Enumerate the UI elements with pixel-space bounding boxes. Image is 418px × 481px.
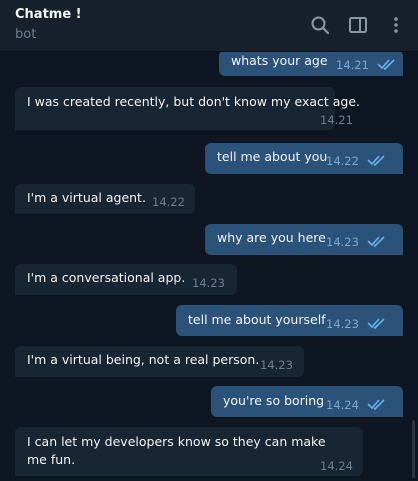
message-list[interactable]: whats your age 14.21 I was created recen… — [0, 52, 418, 481]
message-outgoing[interactable]: why are you here 14.23 — [205, 224, 403, 255]
chat-header: Chatme ! bot — [0, 0, 418, 52]
message-time: 14.21 — [320, 113, 353, 127]
message-text: whats your age — [231, 53, 328, 68]
message-time: 14.22 — [152, 195, 185, 209]
message-text: I can let my developers know so they can… — [27, 434, 326, 467]
search-icon[interactable] — [309, 14, 331, 36]
message-time: 14.23 — [260, 358, 293, 372]
message-text: you're so boring — [223, 393, 325, 408]
message-outgoing[interactable]: tell me about you 14.22 — [205, 143, 403, 174]
message-time: 14.23 — [326, 235, 359, 249]
message-incoming[interactable]: I'm a virtual being, not a real person. … — [15, 346, 304, 377]
double-check-icon — [367, 399, 385, 410]
message-text: I'm a conversational app. — [27, 270, 186, 285]
chat-title[interactable]: Chatme ! — [15, 7, 82, 22]
message-time: 14.24 — [320, 459, 353, 473]
message-time: 14.24 — [326, 398, 359, 412]
double-check-icon — [377, 59, 395, 70]
scrollbar[interactable] — [412, 420, 415, 478]
message-incoming[interactable]: I can let my developers know so they can… — [15, 427, 363, 476]
double-check-icon — [367, 155, 385, 166]
double-check-icon — [367, 318, 385, 329]
message-time: 14.22 — [326, 154, 359, 168]
message-time: 14.21 — [336, 58, 369, 72]
side-panel-icon[interactable] — [347, 14, 369, 36]
chat-subtitle: bot — [15, 27, 37, 42]
message-text: why are you here — [217, 230, 326, 245]
message-outgoing[interactable]: you're so boring 14.24 — [211, 386, 403, 417]
message-time: 14.23 — [326, 317, 359, 331]
message-time: 14.23 — [192, 276, 225, 290]
more-vertical-icon[interactable] — [385, 14, 407, 36]
message-incoming[interactable]: I'm a conversational app. 14.23 — [15, 264, 237, 295]
message-incoming[interactable]: I was created recently, but don't know m… — [15, 87, 360, 130]
message-outgoing[interactable]: whats your age 14.21 — [219, 52, 403, 76]
message-text: I'm a virtual agent. — [27, 190, 146, 205]
message-text: tell me about you — [217, 149, 328, 164]
message-text: I was created recently, but don't know m… — [27, 94, 361, 109]
message-text: tell me about yourself — [188, 312, 326, 327]
message-incoming[interactable]: I'm a virtual agent. 14.22 — [15, 184, 195, 214]
double-check-icon — [367, 236, 385, 247]
message-outgoing[interactable]: tell me about yourself 14.23 — [176, 305, 403, 336]
message-text: I'm a virtual being, not a real person. — [27, 352, 260, 367]
